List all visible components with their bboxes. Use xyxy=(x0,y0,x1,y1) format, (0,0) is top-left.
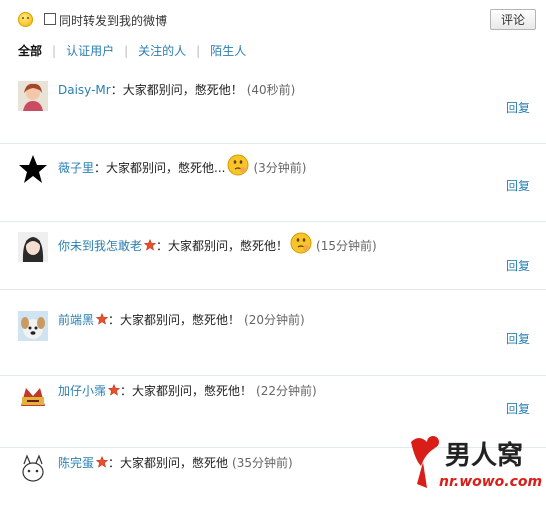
comment-item: Daisy-Mr：大家都别问，憋死他！ (40秒前) 回复 xyxy=(0,66,546,144)
red-star-badge-icon xyxy=(96,456,109,468)
tab-verified-users[interactable]: 认证用户 xyxy=(66,42,114,59)
comment-content: 加仔小霈 ：大家都别问，憋死他！ (22分钟前) xyxy=(58,382,317,400)
tab-separator: | xyxy=(52,44,57,58)
comment-content: 你未到我怎敢老 ：大家都别问，憋死他！ (15分钟前) xyxy=(58,232,377,255)
tab-strangers[interactable]: 陌生人 xyxy=(210,42,246,59)
comment-text: ：大家都别问，憋死他！ xyxy=(108,313,241,327)
comment-author[interactable]: 你未到我怎敢老 xyxy=(58,239,142,253)
comment-time: (40秒前) xyxy=(246,83,296,97)
reply-link[interactable]: 回复 xyxy=(506,99,530,116)
tab-all[interactable]: 全部 xyxy=(18,42,42,59)
comment-item: 薇子里：大家都别问，憋死他... (3分钟前) 回复 xyxy=(0,134,546,222)
red-star-badge-icon xyxy=(96,313,109,325)
comment-time: (3分钟前) xyxy=(253,161,307,175)
avatar[interactable] xyxy=(18,232,48,262)
site-watermark: 男人窝 nr.wowo.com xyxy=(405,432,543,494)
comment-author[interactable]: 加仔小霈 xyxy=(58,384,106,398)
comment-time: (15分钟前) xyxy=(316,239,377,253)
comment-author[interactable]: 薇子里 xyxy=(58,161,94,175)
girl-avatar-icon xyxy=(18,232,48,262)
watermark-logo-icon: 男人窝 nr.wowo.com xyxy=(411,436,542,490)
comment-time: (35分钟前) xyxy=(232,456,293,470)
comment-content: 前端黑 ：大家都别问，憋死他！ (20分钟前) xyxy=(58,311,305,329)
dog-avatar-icon xyxy=(18,311,48,341)
thinking-emoji-icon xyxy=(290,232,312,254)
reply-link[interactable]: 回复 xyxy=(506,257,530,274)
repost-checkbox[interactable] xyxy=(44,13,56,25)
repost-checkbox-label[interactable]: 同时转发到我的微博 xyxy=(59,12,167,29)
comment-content: 陈完蛋 ：大家都别问，憋死他 (35分钟前) xyxy=(58,454,293,472)
avatar[interactable] xyxy=(18,81,48,111)
comment-text: ：大家都别问，憋死他！ xyxy=(110,83,243,97)
logo-avatar-icon xyxy=(18,382,48,412)
comment-item: 加仔小霈 ：大家都别问，憋死他！ (22分钟前) 回复 xyxy=(0,362,546,448)
reply-link[interactable]: 回复 xyxy=(506,330,530,347)
comment-composer: 同时转发到我的微博 评论 xyxy=(0,0,546,36)
emoji-picker-icon[interactable] xyxy=(18,12,33,27)
avatar[interactable] xyxy=(18,454,48,484)
comment-text: ：大家都别问，憋死他... xyxy=(94,161,226,175)
comment-submit-button[interactable]: 评论 xyxy=(490,9,536,30)
avatar[interactable] xyxy=(18,382,48,412)
reply-link[interactable]: 回复 xyxy=(506,400,530,417)
sketch-avatar-icon xyxy=(18,454,48,484)
comment-author[interactable]: 陈完蛋 xyxy=(58,456,94,470)
comment-author[interactable]: Daisy-Mr xyxy=(58,83,111,97)
comment-content: Daisy-Mr：大家都别问，憋死他！ (40秒前) xyxy=(58,81,295,99)
comment-text: ：大家都别问，憋死他！ xyxy=(120,384,253,398)
tab-separator: | xyxy=(124,44,129,58)
person-avatar-icon xyxy=(18,81,48,111)
comment-filter-tabs: 全部 | 认证用户 | 关注的人 | 陌生人 xyxy=(18,42,246,58)
red-star-badge-icon xyxy=(144,239,157,251)
comment-content: 薇子里：大家都别问，憋死他... (3分钟前) xyxy=(58,154,306,177)
tab-separator: | xyxy=(196,44,201,58)
thinking-emoji-icon xyxy=(227,154,249,176)
red-star-badge-icon xyxy=(108,384,121,396)
watermark-url: nr.wowo.com xyxy=(439,474,542,490)
avatar[interactable] xyxy=(18,311,48,341)
comment-text: ：大家都别问，憋死他 xyxy=(108,456,229,470)
reply-link[interactable]: 回复 xyxy=(506,177,530,194)
comment-time: (20分钟前) xyxy=(244,313,305,327)
watermark-brand: 男人窝 xyxy=(445,440,523,471)
comment-author[interactable]: 前端黑 xyxy=(58,313,94,327)
avatar[interactable] xyxy=(18,154,48,184)
star-avatar-icon xyxy=(18,154,48,184)
comment-item: 前端黑 ：大家都别问，憋死他！ (20分钟前) 回复 xyxy=(0,290,546,376)
comment-text: ：大家都别问，憋死他！ xyxy=(156,239,289,253)
tab-following[interactable]: 关注的人 xyxy=(138,42,186,59)
comment-item: 你未到我怎敢老 ：大家都别问，憋死他！ (15分钟前) 回复 xyxy=(0,211,546,290)
comment-time: (22分钟前) xyxy=(256,384,317,398)
